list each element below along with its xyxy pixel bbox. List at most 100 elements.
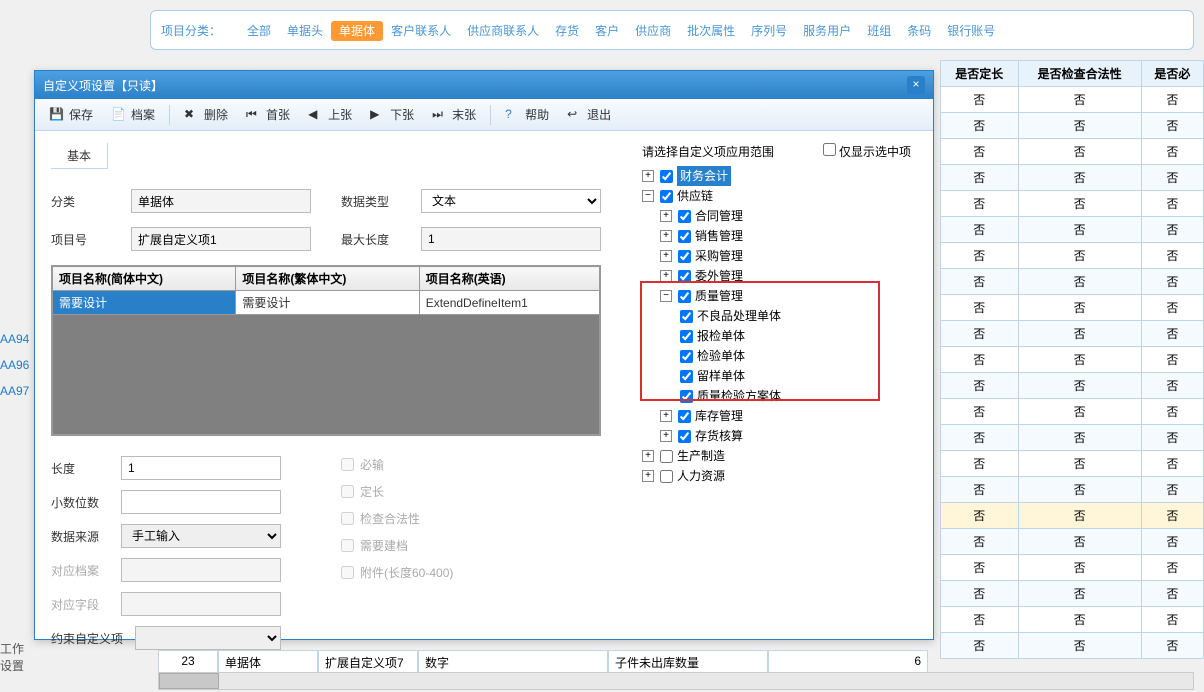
tree-checkbox[interactable] (660, 470, 673, 483)
bg-col-1[interactable]: 是否定长 (941, 61, 1019, 87)
table-row[interactable]: 否否否 (941, 373, 1204, 399)
save-button[interactable]: 💾 保存 (41, 103, 101, 126)
tree-node-supply[interactable]: 供应链 (677, 186, 713, 206)
tree-node[interactable]: 留样单体 (697, 366, 745, 386)
filter-item[interactable]: 供应商 (627, 21, 679, 41)
tree-checkbox[interactable] (680, 310, 693, 323)
filter-item[interactable]: 服务用户 (795, 21, 859, 41)
expand-icon[interactable]: + (642, 450, 654, 462)
tree-node[interactable]: 人力资源 (677, 466, 725, 486)
archive-button[interactable]: 📄 档案 (103, 103, 163, 126)
table-row[interactable]: 否否否 (941, 321, 1204, 347)
filter-item[interactable]: 批次属性 (679, 21, 743, 41)
tree-node[interactable]: 库存管理 (695, 406, 743, 426)
tree-checkbox[interactable] (678, 410, 691, 423)
sidebar-link[interactable]: 设置 (0, 657, 24, 674)
col-name-cn[interactable]: 项目名称(简体中文) (53, 267, 236, 291)
decimal-field[interactable] (121, 490, 281, 514)
expand-icon[interactable]: + (642, 170, 654, 182)
expand-icon[interactable]: + (642, 470, 654, 482)
tree-node[interactable]: 采购管理 (695, 246, 743, 266)
table-row[interactable]: 否否否 (941, 529, 1204, 555)
bg-col-3[interactable]: 是否必 (1141, 61, 1203, 87)
tree-node[interactable]: 销售管理 (695, 226, 743, 246)
filter-item[interactable]: 班组 (859, 21, 899, 41)
table-row[interactable]: 否否否 (941, 399, 1204, 425)
table-row[interactable]: 否否否 (941, 269, 1204, 295)
source-select[interactable]: 手工输入 (121, 524, 281, 548)
showonly-checkbox-label[interactable]: 仅显示选中项 (823, 143, 911, 160)
tree-checkbox[interactable] (660, 190, 673, 203)
tree-node[interactable]: 报检单体 (697, 326, 745, 346)
tree-node[interactable]: 委外管理 (695, 266, 743, 286)
table-row[interactable]: 否否否 (941, 581, 1204, 607)
table-row[interactable]: 否否否 (941, 113, 1204, 139)
table-row[interactable]: 需要设计 需要设计 ExtendDefineItem1 (53, 291, 600, 315)
tree-checkbox[interactable] (660, 170, 673, 183)
expand-icon[interactable]: + (660, 250, 672, 262)
tree-checkbox[interactable] (678, 250, 691, 263)
table-row[interactable]: 否否否 (941, 87, 1204, 113)
table-row[interactable]: 否否否 (941, 503, 1204, 529)
table-row[interactable]: 否否否 (941, 425, 1204, 451)
table-row[interactable]: 否否否 (941, 451, 1204, 477)
table-row[interactable]: 否否否 (941, 295, 1204, 321)
table-row[interactable]: 否否否 (941, 347, 1204, 373)
tree-node[interactable]: 不良品处理单体 (697, 306, 781, 326)
filter-item[interactable]: 全部 (239, 21, 279, 41)
constraint-select[interactable] (135, 626, 281, 650)
tree-checkbox[interactable] (680, 370, 693, 383)
expand-icon[interactable]: + (660, 430, 672, 442)
tree-checkbox[interactable] (680, 390, 693, 403)
showonly-checkbox[interactable] (823, 143, 836, 156)
maxlen-field[interactable] (421, 227, 601, 251)
table-row[interactable]: 否否否 (941, 217, 1204, 243)
prev-button[interactable]: ◀ 上张 (300, 103, 360, 126)
col-name-tw[interactable]: 项目名称(繁体中文) (236, 267, 419, 291)
filter-item[interactable]: 银行账号 (939, 21, 1003, 41)
tree-checkbox[interactable] (680, 350, 693, 363)
filter-item[interactable]: 单据体 (331, 21, 383, 41)
filter-item[interactable]: 客户 (587, 21, 627, 41)
tree-node[interactable]: 检验单体 (697, 346, 745, 366)
datatype-select[interactable]: 文本 (421, 189, 601, 213)
sidebar-item[interactable]: AA97 (0, 384, 30, 398)
length-field[interactable] (121, 456, 281, 480)
tree-node[interactable]: 存货核算 (695, 426, 743, 446)
table-row[interactable]: 否否否 (941, 477, 1204, 503)
filter-item[interactable]: 客户联系人 (383, 21, 459, 41)
collapse-icon[interactable]: − (642, 190, 654, 202)
table-row[interactable]: 否否否 (941, 165, 1204, 191)
tree-checkbox[interactable] (678, 210, 691, 223)
category-field[interactable] (131, 189, 311, 213)
filter-item[interactable]: 序列号 (743, 21, 795, 41)
table-row[interactable]: 否否否 (941, 555, 1204, 581)
tree-checkbox[interactable] (680, 330, 693, 343)
expand-icon[interactable]: + (660, 230, 672, 242)
filter-item[interactable]: 供应商联系人 (459, 21, 547, 41)
tree-checkbox[interactable] (678, 430, 691, 443)
table-row[interactable]: 否否否 (941, 139, 1204, 165)
tree-checkbox[interactable] (660, 450, 673, 463)
tree-node[interactable]: 质量检验方案体 (697, 386, 781, 406)
last-button[interactable]: ⏭ 末张 (424, 103, 484, 126)
expand-icon[interactable]: + (660, 410, 672, 422)
filter-item[interactable]: 单据头 (279, 21, 331, 41)
tree-node[interactable]: 合同管理 (695, 206, 743, 226)
tree-node[interactable]: 生产制造 (677, 446, 725, 466)
itemno-field[interactable] (131, 227, 311, 251)
table-row[interactable]: 否否否 (941, 243, 1204, 269)
delete-button[interactable]: ✖ 删除 (176, 103, 236, 126)
expand-icon[interactable]: + (660, 270, 672, 282)
next-button[interactable]: ▶ 下张 (362, 103, 422, 126)
filter-item[interactable]: 条码 (899, 21, 939, 41)
exit-button[interactable]: ↩ 退出 (559, 103, 619, 126)
filter-item[interactable]: 存货 (547, 21, 587, 41)
table-row[interactable]: 否否否 (941, 607, 1204, 633)
first-button[interactable]: ⏮ 首张 (238, 103, 298, 126)
tab-basic[interactable]: 基本 (51, 143, 108, 168)
col-name-en[interactable]: 项目名称(英语) (419, 267, 599, 291)
tree-node-quality[interactable]: 质量管理 (695, 286, 743, 306)
close-icon[interactable]: × (907, 76, 925, 94)
tree-checkbox[interactable] (678, 230, 691, 243)
